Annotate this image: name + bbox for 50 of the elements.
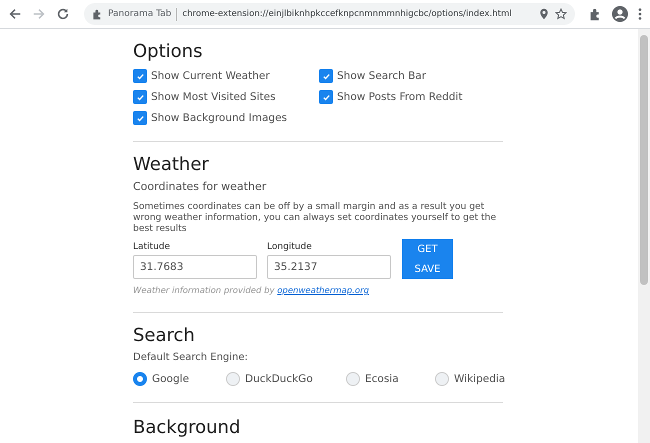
location-pin-icon[interactable] [538,8,550,20]
action-button[interactable]: SAVE [402,259,453,279]
menu-icon[interactable] [638,7,642,21]
credit-text: Weather information provided by openweathermap.org [133,286,370,296]
checkmark-icon [322,92,330,102]
star-icon[interactable] [555,8,567,20]
section-subtitle: Coordinates for weather [133,180,268,193]
checkbox-label: Show Most Visited Sites [151,91,276,103]
radio-button[interactable] [346,372,360,386]
address-bar[interactable]: Panorama Tab chrome-extension://einjlbiknhpkccefknpcnmnmmnhigcbc/options/index.html [84,3,575,25]
section-heading: Weather [133,154,210,175]
back-icon[interactable] [8,7,22,21]
reload-icon[interactable] [56,7,70,21]
radio-label: Wikipedia [454,373,506,385]
radio-button[interactable] [435,372,449,386]
radio-label: Ecosia [365,373,399,385]
checkbox[interactable] [133,111,147,125]
field-label: Latitude [133,242,172,252]
checkbox-label: Show Current Weather [151,70,270,82]
puzzle-icon [92,8,103,20]
section-heading: Background [133,417,242,438]
checkbox-label: Show Background Images [151,112,288,124]
checkmark-icon [322,72,330,80]
radio-label: DuckDuckGo [245,373,313,385]
checkbox-label: Show Posts From Reddit [337,91,462,103]
url-text: chrome-extension://einjlbiknhpkccefknpcnmnmmnhigcbc/options/index.html [182,9,512,19]
checkbox[interactable] [133,69,147,83]
checkmark-icon [136,114,144,122]
description-text: Sometimes coordinates can be off by a small margin and as a result you get wrong weather information, you can always set coordinates yourself to get the best results [133,201,498,234]
credit-link[interactable]: openweathermap.org [277,286,369,296]
field-label: Longitude [267,242,313,252]
radio-button[interactable] [226,372,240,386]
checkbox[interactable] [319,90,333,104]
field-label: Default Search Engine: [133,352,249,363]
input-field[interactable]: 31.7683 [133,255,257,279]
radio-button[interactable] [133,372,147,386]
input-field[interactable]: 35.2137 [267,255,391,279]
checkbox[interactable] [319,69,333,83]
checkmark-icon [136,72,144,80]
radio-label: Google [152,373,190,385]
checkbox[interactable] [133,90,147,104]
section-heading: Options [133,41,204,62]
action-button[interactable]: GET [402,239,453,259]
puzzle-icon[interactable] [589,8,602,20]
checkmark-icon [136,92,144,102]
extension-name: Panorama Tab [108,9,172,19]
section-heading: Search [133,325,196,346]
scrollbar-thumb[interactable] [640,35,648,285]
profile-icon[interactable] [612,6,628,22]
checkbox-label: Show Search Bar [337,70,426,82]
